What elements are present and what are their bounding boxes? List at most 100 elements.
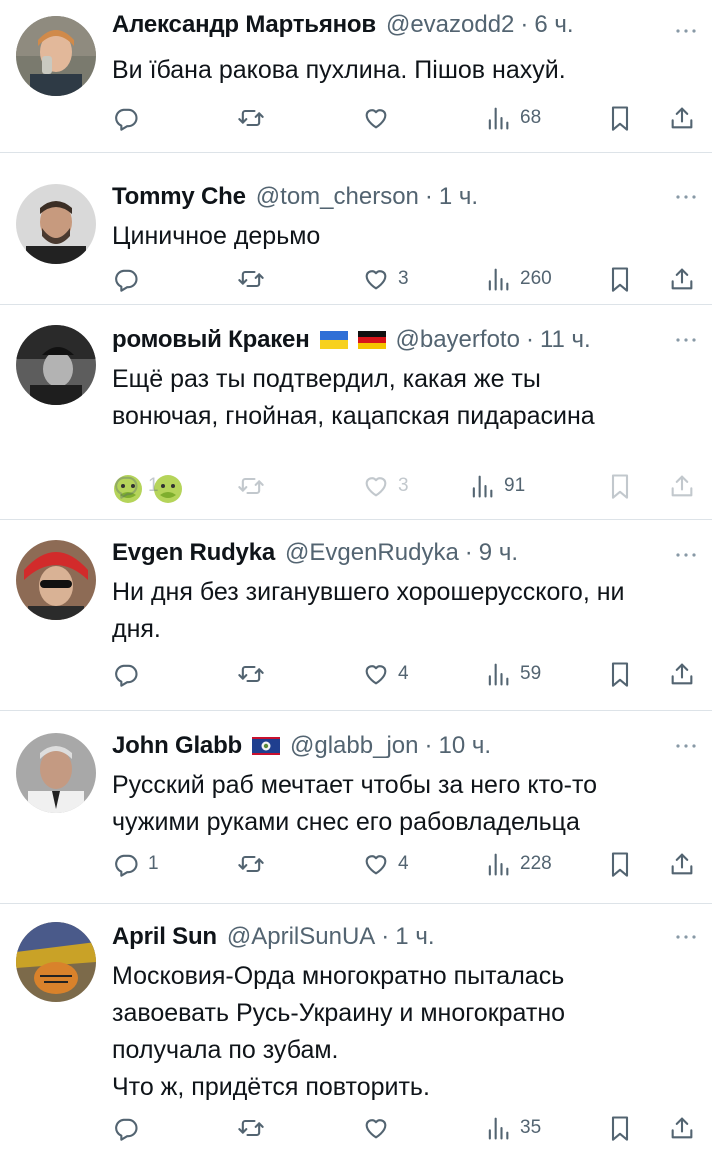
timestamp[interactable]: 10 ч. [438,732,491,760]
retweet-icon [237,265,265,293]
author-handle[interactable]: @AprilSunUA [227,923,375,951]
tweet-header: Evgen Rudyka @EvgenRudyka · 9 ч. [112,538,672,568]
retweet-button[interactable] [237,102,273,134]
timestamp[interactable]: 6 ч. [534,11,573,39]
tweet-text: Ви їбана ракова пухлина. Пішов нахуй. [112,56,566,84]
author-handle[interactable]: @tom_cherson [256,183,419,211]
views-count: 59 [520,663,542,684]
share-button[interactable] [668,658,696,690]
reply-button[interactable] [112,263,148,295]
retweet-button[interactable] [237,658,273,690]
author-name[interactable]: ромовый Кракен [112,326,310,354]
timestamp[interactable]: 1 ч. [439,183,478,211]
tweet[interactable]: Evgen Rudyka @EvgenRudyka · 9 ч. Ни дня … [0,520,712,710]
action-bar: 1 4 228 [112,848,698,880]
views-bar: 91 [112,470,698,502]
views-count: 260 [520,268,552,289]
views-icon [484,104,512,132]
share-button[interactable] [668,1112,696,1144]
timestamp[interactable]: 9 ч. [479,539,518,567]
reply-button[interactable] [112,1112,148,1144]
avatar[interactable] [16,16,96,96]
like-icon [362,1114,390,1142]
bookmark-button[interactable] [606,102,634,134]
like-button[interactable] [362,1112,398,1144]
reply-button[interactable] [112,102,148,134]
author-handle[interactable]: @bayerfoto [396,326,520,354]
views-icon [484,1114,512,1142]
tweet-text: Ещё раз ты подтвердил, какая же ты вонюч… [112,365,595,430]
author-handle[interactable]: @EvgenRudyka [285,539,459,567]
bookmark-button[interactable] [606,263,634,295]
author-name[interactable]: Александр Мартьянов [112,11,376,39]
reply-button[interactable]: 1 [112,848,159,880]
author-name[interactable]: April Sun [112,923,217,951]
views-count: 91 [504,475,526,496]
bookmark-icon [606,265,634,293]
avatar[interactable] [16,922,96,1002]
author-name[interactable]: John Glabb [112,732,242,760]
tweet-text: Московия-Орда многократно пыталась завое… [112,962,566,1101]
more-icon[interactable] [674,335,698,345]
author-name[interactable]: Tommy Che [112,183,246,211]
retweet-icon [237,850,265,878]
tweet-header: Tommy Che @tom_cherson · 1 ч. [112,182,672,212]
like-button[interactable]: 3 [362,263,409,295]
retweet-button[interactable] [237,263,273,295]
share-button[interactable] [668,102,696,134]
bookmark-button[interactable] [606,658,634,690]
retweet-button[interactable] [237,848,273,880]
more-icon[interactable] [674,192,698,202]
timestamp[interactable]: 11 ч. [540,326,591,354]
reply-count: 1 [148,853,159,874]
bookmark-button[interactable] [606,848,634,880]
more-icon[interactable] [674,932,698,942]
like-count: 3 [398,268,409,289]
like-button[interactable]: 4 [362,848,409,880]
reply-button[interactable] [112,658,148,690]
emoji-row [112,433,698,504]
tweet[interactable]: Александр Мартьянов @evazodd2 · 6 ч. Ви … [0,0,712,152]
share-button[interactable] [668,848,696,880]
avatar[interactable] [16,540,96,620]
tweet-header: Александр Мартьянов @evazodd2 · 6 ч. [112,10,672,40]
avatar[interactable] [16,184,96,264]
more-icon[interactable] [674,26,698,36]
tweet[interactable]: Tommy Che @tom_cherson · 1 ч. Циничное д… [0,166,712,304]
more-icon[interactable] [674,550,698,560]
share-icon [668,660,696,688]
share-button[interactable] [668,263,696,295]
author-handle[interactable]: @glabb_jon [290,732,418,760]
author-handle[interactable]: @evazodd2 [386,11,514,39]
views-button[interactable]: 68 [484,102,541,134]
like-button[interactable] [362,102,398,134]
views-button[interactable]: 260 [484,263,552,295]
reply-icon [112,660,140,688]
reply-icon [112,265,140,293]
views-icon [484,850,512,878]
tweet-text: Циничное дерьмо [112,222,321,250]
views-button[interactable]: 35 [484,1112,541,1144]
separator-dot: · [381,923,390,950]
author-name[interactable]: Evgen Rudyka [112,539,275,567]
reply-icon [112,104,140,132]
share-icon [668,265,696,293]
tweet[interactable]: April Sun @AprilSunUA · 1 ч. Московия-Ор… [0,904,712,1156]
avatar[interactable] [16,733,96,813]
ukraine-flag-icon [319,331,348,349]
views-button[interactable]: 59 [484,658,541,690]
tweet-header: ромовый Кракен @bayerfoto · 11 ч. [112,325,672,355]
retweet-icon [237,104,265,132]
like-button[interactable]: 4 [362,658,409,690]
more-icon[interactable] [674,741,698,751]
avatar[interactable] [16,325,96,405]
bookmark-icon [606,660,634,688]
retweet-button[interactable] [237,1112,273,1144]
views-button[interactable]: 228 [484,848,552,880]
bookmark-button[interactable] [606,1112,634,1144]
tweet[interactable]: John Glabb @glabb_jon · 10 ч. Русский ра… [0,711,712,901]
divider [0,152,712,153]
views-button[interactable]: 91 [468,470,525,502]
timestamp[interactable]: 1 ч. [395,923,434,951]
tweet[interactable]: ромовый Кракен @bayerfoto · 11 ч. Ещё ра… [0,305,712,519]
